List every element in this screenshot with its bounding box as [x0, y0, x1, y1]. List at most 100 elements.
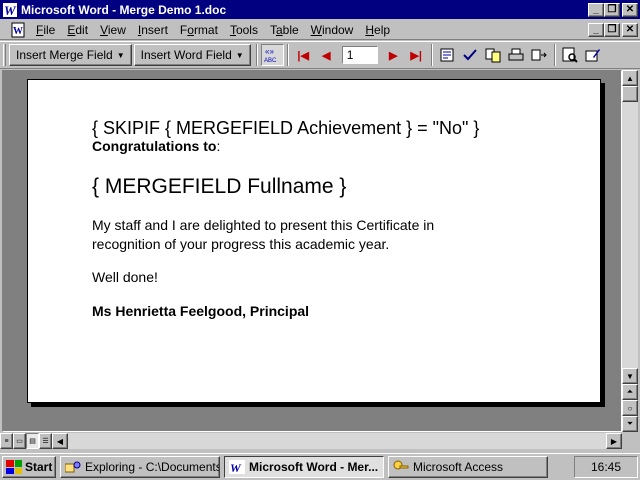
mail-merge-icon [531, 49, 547, 61]
windows-logo-icon [6, 460, 22, 474]
scroll-left-button[interactable]: ◀ [52, 433, 68, 449]
next-record-icon: ▶ [388, 49, 398, 62]
svg-text:W: W [230, 461, 242, 474]
doc-restore-button[interactable]: ❐ [604, 22, 620, 37]
check-for-errors-button[interactable] [459, 44, 482, 66]
menu-insert[interactable]: Insert [132, 23, 174, 37]
mail-merge-toolbar: Insert Merge Field ▼ Insert Word Field ▼… [0, 41, 640, 69]
minimize-button[interactable]: _ [588, 2, 604, 17]
explorer-icon [65, 460, 81, 474]
title-bar: W Microsoft Word - Merge Demo 1.doc _ ❐ … [0, 0, 640, 19]
toolbar-separator [430, 44, 433, 66]
outline-view-button[interactable]: ☰ [39, 433, 52, 449]
merge-to-new-document-button[interactable] [482, 44, 505, 66]
merge-to-new-document-icon [485, 48, 501, 63]
scroll-right-button[interactable]: ▶ [606, 433, 622, 449]
find-record-button[interactable] [559, 44, 582, 66]
dropdown-arrow-icon: ▼ [235, 50, 244, 60]
toolbar-separator [286, 44, 289, 66]
well-done-line[interactable]: Well done! [92, 269, 158, 285]
mail-merge-helper-button[interactable] [436, 44, 459, 66]
maximize-button[interactable]: ❐ [604, 2, 620, 17]
body-text-line[interactable]: My staff and I are delighted to present … [92, 217, 434, 233]
last-record-button[interactable]: ▶| [405, 44, 428, 66]
record-number-input[interactable]: 1 [341, 46, 378, 64]
svg-text:ABC: ABC [264, 58, 277, 64]
word-app-icon[interactable]: W [2, 2, 18, 18]
normal-view-button[interactable]: ≡ [0, 433, 13, 449]
toolbar-grip[interactable] [3, 44, 6, 66]
first-record-button[interactable]: |◀ [292, 44, 315, 66]
outline-view-icon: ☰ [42, 438, 49, 445]
svg-text:W: W [4, 3, 17, 18]
congratulations-line[interactable]: Congratulations to: [92, 138, 220, 154]
last-record-icon: ▶| [410, 49, 422, 62]
doc-minimize-button[interactable]: _ [588, 22, 604, 37]
previous-page-button[interactable]: ⏶ [622, 384, 638, 400]
menu-help[interactable]: Help [359, 23, 396, 37]
signature-line[interactable]: Ms Henrietta Feelgood, Principal [92, 303, 309, 319]
fullname-field-line[interactable]: { MERGEFIELD Fullname } [92, 175, 346, 199]
skipif-field-line[interactable]: { SKIPIF { MERGEFIELD Achievement } = "N… [92, 118, 479, 139]
merge-to-printer-button[interactable] [505, 44, 528, 66]
start-button[interactable]: Start [2, 456, 56, 478]
taskbar-item-label: Microsoft Access [413, 460, 504, 474]
scroll-up-button[interactable]: ▲ [622, 70, 638, 86]
close-button[interactable]: ✕ [622, 2, 638, 17]
document-icon[interactable]: W [10, 22, 26, 38]
menu-format[interactable]: Format [174, 23, 224, 37]
doc-close-button[interactable]: ✕ [622, 22, 638, 37]
horizontal-scroll-track[interactable] [68, 433, 606, 449]
taskbar-item-access[interactable]: Microsoft Access [388, 456, 548, 478]
scroll-down-button[interactable]: ▼ [622, 368, 638, 384]
vertical-scroll-thumb[interactable] [622, 86, 638, 102]
document-page[interactable]: { SKIPIF { MERGEFIELD Achievement } = "N… [27, 79, 601, 403]
insert-merge-field-button[interactable]: Insert Merge Field ▼ [9, 44, 132, 66]
taskbar-item-label: Exploring - C:\Documents [85, 460, 220, 474]
view-merged-data-button[interactable]: «» ABC [260, 44, 284, 66]
menu-table[interactable]: Table [264, 23, 305, 37]
find-record-icon [562, 47, 578, 63]
taskbar-item-exploring[interactable]: Exploring - C:\Documents [60, 456, 220, 478]
dropdown-arrow-icon: ▼ [116, 50, 125, 60]
next-record-button[interactable]: ▶ [382, 44, 405, 66]
select-browse-object-button[interactable]: ○ [622, 400, 638, 416]
view-merged-data-icon: «» ABC [264, 47, 277, 64]
right-arrow-icon: ▶ [610, 436, 618, 446]
next-page-button[interactable]: ⏷ [622, 416, 638, 432]
insert-word-field-button[interactable]: Insert Word Field ▼ [133, 44, 251, 66]
menu-tools[interactable]: Tools [224, 23, 264, 37]
left-arrow-icon: ◀ [56, 436, 64, 446]
congratulations-text: Congratulations to [92, 138, 217, 154]
document-workspace[interactable]: { SKIPIF { MERGEFIELD Achievement } = "N… [2, 70, 622, 432]
menu-edit[interactable]: Edit [61, 23, 94, 37]
access-key-icon [393, 460, 409, 474]
body-text-line[interactable]: recognition of your progress this academ… [92, 236, 389, 252]
menu-view[interactable]: View [94, 23, 132, 37]
normal-view-icon: ≡ [4, 437, 9, 445]
check-errors-icon [463, 49, 477, 61]
svg-text:«»: «» [265, 47, 274, 56]
svg-text:W: W [13, 26, 23, 37]
taskbar: Start Exploring - C:\Documents W Microso… [0, 453, 640, 480]
menu-window[interactable]: Window [305, 23, 360, 37]
vertical-scrollbar[interactable]: ▲ ▼ ⏶ ○ ⏷ [622, 70, 638, 432]
online-layout-icon: ▭ [16, 438, 23, 445]
edit-data-source-button[interactable] [582, 44, 605, 66]
previous-record-button[interactable]: ◀ [315, 44, 338, 66]
double-down-arrow-icon: ⏷ [626, 419, 634, 428]
page-shadow [31, 403, 605, 407]
page-layout-view-button[interactable]: ▤ [26, 433, 39, 449]
menu-file[interactable]: File [30, 23, 61, 37]
taskbar-item-word[interactable]: W Microsoft Word - Mer... [224, 456, 384, 478]
insert-word-field-label: Insert Word Field [140, 48, 232, 62]
word-icon: W [229, 460, 245, 474]
page-layout-icon: ▤ [29, 438, 36, 445]
system-tray-clock[interactable]: 16:45 [574, 456, 638, 478]
edit-data-source-icon [585, 49, 601, 62]
horizontal-scrollbar-row: ≡ ▭ ▤ ☰ ◀ ▶ [0, 433, 622, 449]
toolbar-separator [255, 44, 258, 66]
online-layout-view-button[interactable]: ▭ [13, 433, 26, 449]
previous-record-icon: ◀ [321, 49, 331, 62]
start-mail-merge-button[interactable] [528, 44, 551, 66]
